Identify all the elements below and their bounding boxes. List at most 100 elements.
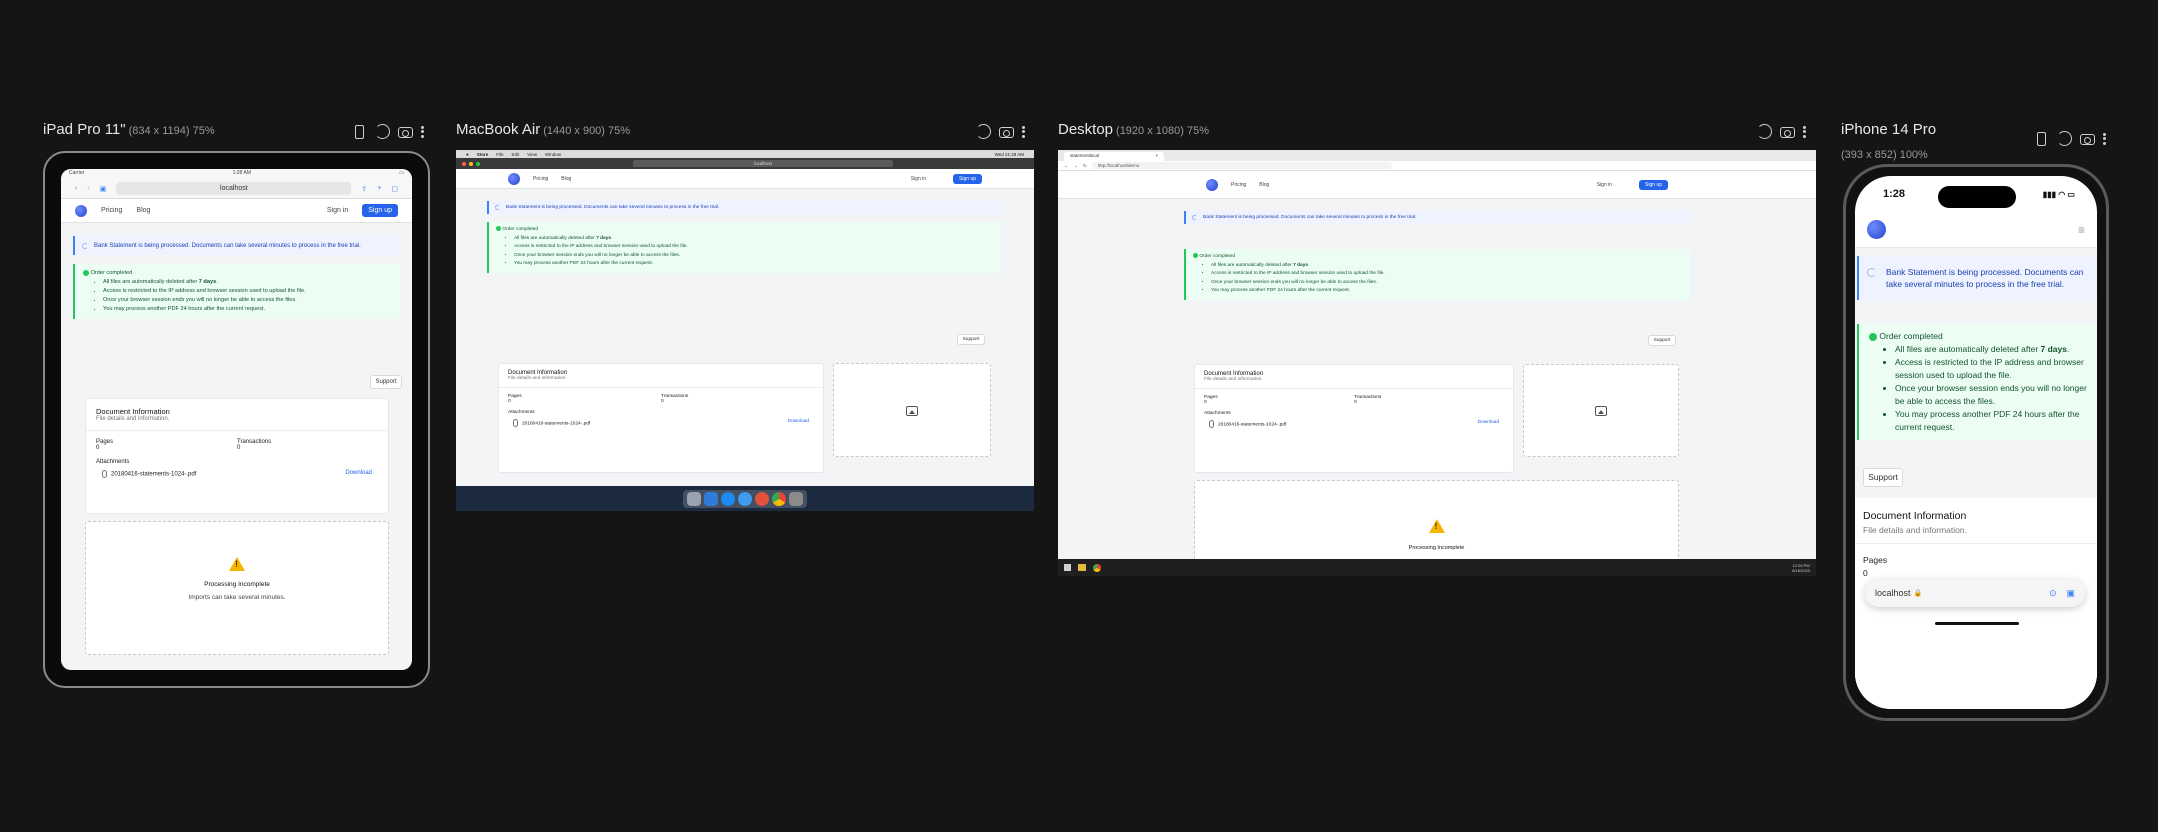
device-orientation-icon[interactable] (355, 124, 364, 139)
tab-title: statementlocal (1070, 153, 1100, 158)
order-completed-box: Order completed All files are automatica… (1184, 249, 1690, 300)
device-name: MacBook Air (456, 121, 541, 138)
trash-icon[interactable] (789, 491, 803, 506)
nav-signin[interactable]: Sign in (1597, 182, 1612, 188)
menu-item[interactable]: File (496, 152, 503, 157)
screenshot-camera-icon[interactable] (999, 127, 1014, 138)
nav-pricing[interactable]: Pricing (101, 207, 122, 214)
desktop-screen: statementlocal × ← → ↻ http://localhost/dem… (1058, 150, 1816, 576)
nav-pricing[interactable]: Pricing (533, 176, 548, 182)
signup-button[interactable]: Sign up (1639, 179, 1668, 190)
support-button[interactable]: Support (370, 375, 402, 389)
download-link[interactable]: Download (345, 470, 372, 478)
site-nav: Pricing Blog Sign in Sign up (1058, 171, 1816, 199)
site-logo[interactable] (508, 172, 520, 185)
maximize-window-icon[interactable] (476, 161, 480, 166)
chrome-icon[interactable] (772, 491, 786, 506)
more-options-icon[interactable] (1022, 124, 1026, 139)
forward-icon[interactable]: → (1074, 163, 1079, 168)
browser-tab[interactable]: statementlocal × (1064, 152, 1164, 161)
dock-icons (683, 489, 807, 508)
battery-icon: ▭ (399, 170, 404, 176)
screenshot-camera-icon[interactable] (1780, 127, 1795, 138)
rotate-icon[interactable] (375, 124, 390, 139)
launchpad-icon[interactable] (687, 491, 701, 506)
apple-icon[interactable]: ● (466, 152, 469, 157)
screenshot-camera-icon[interactable] (2080, 134, 2095, 145)
check-circle-icon (496, 226, 501, 232)
support-button[interactable]: Support (957, 334, 985, 345)
menu-clock: Wed 21:28 AM (994, 151, 1024, 157)
warning-icon (229, 557, 245, 571)
nav-blog[interactable]: Blog (561, 176, 571, 182)
more-options-icon[interactable] (2103, 131, 2107, 146)
taskbar-clock: 12:28 PM 8/16/2023 (1792, 562, 1810, 573)
close-window-icon[interactable] (462, 161, 466, 166)
reload-icon[interactable]: ↻ (1083, 163, 1087, 169)
start-icon[interactable] (1064, 564, 1071, 571)
nav-pricing[interactable]: Pricing (1231, 182, 1246, 188)
status-time: 1:28 AM (232, 170, 251, 176)
support-button[interactable]: Support (1863, 468, 1903, 487)
macbook-screen: ● Store File Edit View Window Wed 21:28 … (456, 150, 1034, 511)
menu-item[interactable]: Edit (512, 152, 520, 157)
attachment-filename: 20180416-statements-1024-.pdf (522, 421, 591, 427)
spinner-icon (495, 205, 500, 210)
nav-blog[interactable]: Blog (136, 207, 150, 214)
finder-icon[interactable] (704, 491, 718, 506)
rotate-icon[interactable] (2057, 131, 2072, 146)
doc-subtitle: File details and information. (1204, 377, 1263, 382)
file-explorer-icon[interactable] (1078, 564, 1086, 571)
forward-icon[interactable]: › (87, 185, 89, 192)
minimize-window-icon[interactable] (469, 161, 473, 166)
nav-blog[interactable]: Blog (1259, 182, 1269, 188)
hamburger-menu-icon[interactable]: ≡ (2078, 223, 2085, 237)
site-logo[interactable] (1867, 220, 1886, 239)
screenshot-camera-icon[interactable] (398, 127, 413, 138)
device-orientation-icon[interactable] (2037, 131, 2046, 146)
back-icon[interactable]: ‹ (75, 185, 77, 192)
ipad-frame: Carrier 1:28 AM ▭ ‹ › ▣ localhost ⇪ + ▢ Pri… (43, 151, 430, 688)
tabs-icon[interactable]: ▣ (2066, 588, 2075, 599)
new-tab-icon[interactable]: + (377, 185, 381, 192)
site-logo[interactable] (75, 204, 87, 217)
banner-text: Bank Statement is being processed. Docum… (1886, 267, 2084, 289)
tabs-icon[interactable]: ▢ (391, 185, 398, 193)
bookmarks-icon[interactable]: ▣ (100, 185, 107, 193)
app-icon[interactable] (755, 491, 769, 506)
signup-button[interactable]: Sign up (362, 204, 398, 217)
site-logo[interactable] (1206, 178, 1218, 191)
order-item: Once your browser session ends you will … (1895, 382, 2087, 408)
address-bar[interactable]: http://localhost/demo (1091, 162, 1392, 169)
menu-item[interactable]: Store (477, 152, 489, 157)
desktop-toolbar (1757, 124, 1807, 139)
chrome-icon[interactable] (1093, 563, 1101, 572)
safari-icon[interactable] (738, 491, 752, 506)
more-options-icon[interactable] (1803, 124, 1807, 139)
safari-address-pill[interactable]: localhost 🔒 ⊙ ▣ (1865, 579, 2085, 607)
pages-value: 0 (508, 399, 511, 404)
menu-item[interactable]: View (527, 152, 537, 157)
back-icon[interactable]: ← (1064, 163, 1069, 168)
rotate-icon[interactable] (976, 124, 991, 139)
home-indicator (1935, 622, 2019, 625)
order-item: You may process another PDF 24 hours aft… (514, 260, 994, 269)
nav-signin[interactable]: Sign in (327, 207, 348, 214)
address-bar[interactable]: localhost (633, 160, 893, 167)
nav-signin[interactable]: Sign in (911, 176, 926, 182)
more-options-icon[interactable] (421, 124, 425, 139)
rotate-icon[interactable] (1757, 124, 1772, 139)
signup-button[interactable]: Sign up (953, 173, 982, 184)
more-icon[interactable]: ⊙ (2049, 588, 2057, 599)
address-bar[interactable]: localhost (1875, 588, 1911, 598)
address-bar[interactable]: localhost (116, 182, 352, 195)
support-button[interactable]: Support (1648, 335, 1676, 346)
download-link[interactable]: Download (1478, 420, 1499, 428)
close-tab-icon[interactable]: × (1155, 153, 1158, 160)
order-item: Once your browser session ends you will … (103, 296, 392, 305)
appstore-icon[interactable] (721, 491, 735, 506)
download-link[interactable]: Download (788, 419, 809, 427)
iphone-page: Bank Statement is being processed. Docum… (1855, 248, 2097, 709)
menu-item[interactable]: Window (545, 152, 561, 157)
share-icon[interactable]: ⇪ (361, 185, 367, 193)
